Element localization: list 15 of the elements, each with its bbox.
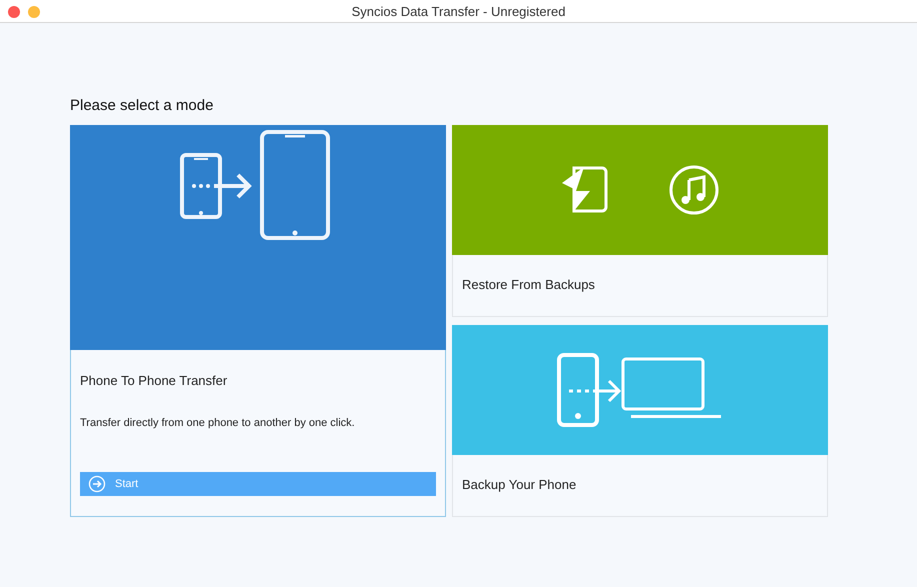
minimize-button[interactable] bbox=[28, 6, 40, 18]
arrow-circle-icon bbox=[88, 475, 106, 493]
mode-title: Phone To Phone Transfer bbox=[80, 373, 228, 388]
window-title: Syncios Data Transfer - Unregistered bbox=[352, 4, 566, 18]
phone-to-laptop-icon bbox=[557, 353, 723, 427]
mode-card[interactable]: Phone To Phone Transfer Transfer directly from one phone to another by one click. Start bbox=[70, 125, 446, 517]
mode-description: Transfer directly from one phone to another by one click. bbox=[80, 417, 356, 429]
backup-file-icon bbox=[560, 165, 610, 215]
mode-title: Restore From Backups bbox=[462, 277, 596, 292]
mode-card[interactable]: Restore From Backups bbox=[452, 125, 828, 317]
music-note-icon bbox=[668, 164, 720, 216]
heading: Please select a mode bbox=[70, 97, 214, 114]
mode-card[interactable]: Backup Your Phone bbox=[452, 325, 828, 517]
mode-title: Backup Your Phone bbox=[462, 477, 578, 492]
close-button[interactable] bbox=[8, 6, 20, 18]
